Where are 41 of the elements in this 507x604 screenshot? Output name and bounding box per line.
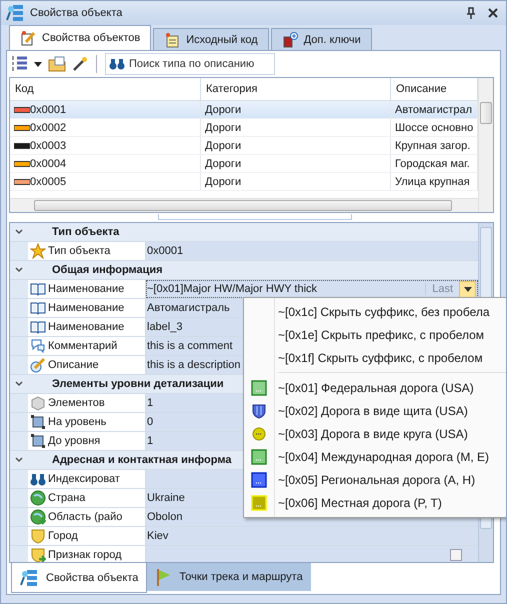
property-label: Наименование bbox=[48, 283, 124, 295]
table-cell: Дороги bbox=[201, 137, 391, 154]
property-value: 1 bbox=[147, 435, 154, 447]
property-value: 0 bbox=[147, 416, 154, 428]
category-title: Элементы уровни детализации bbox=[52, 378, 224, 390]
table-cell: Дороги bbox=[201, 119, 391, 136]
category-title: Тип объекта bbox=[52, 226, 120, 238]
category-title: Адресная и контактная информа bbox=[52, 454, 232, 466]
property-label: До уровня bbox=[48, 435, 100, 447]
property-value: 0x0001 bbox=[147, 245, 184, 257]
property-label: Элементов bbox=[48, 397, 105, 409]
table-cell: 0x0001 bbox=[30, 104, 66, 116]
property-label: На уровень bbox=[48, 416, 106, 428]
table-cell: 0x0002 bbox=[30, 122, 66, 134]
property-value: this is a description bbox=[147, 359, 241, 371]
table-cell: 0x0003 bbox=[30, 140, 66, 152]
property-value: label_3 bbox=[147, 321, 182, 333]
property-label: Наименование bbox=[48, 302, 124, 314]
property-value: 1 bbox=[147, 397, 154, 409]
property-label: Область (райо bbox=[48, 511, 122, 523]
property-label: Описание bbox=[48, 359, 99, 371]
table-cell: Дороги bbox=[201, 173, 391, 190]
property-label: Наименование bbox=[48, 321, 124, 333]
property-value: Автомагистраль bbox=[147, 302, 230, 314]
table-cell: 0x0005 bbox=[30, 176, 66, 188]
table-cell: 0x0004 bbox=[30, 158, 66, 170]
property-label: Признак город bbox=[48, 549, 122, 561]
property-value: this is a comment bbox=[147, 340, 233, 352]
category-title: Общая информация bbox=[52, 264, 163, 276]
property-label: Страна bbox=[48, 492, 86, 504]
property-label: Город bbox=[48, 530, 78, 542]
table-cell: Дороги bbox=[201, 101, 391, 118]
property-label: Тип объекта bbox=[48, 245, 110, 257]
table-cell: Дороги bbox=[201, 155, 391, 172]
property-value: Kiev bbox=[147, 530, 168, 542]
property-value: Ukraine bbox=[147, 492, 185, 504]
window-title: Свойства объекта bbox=[30, 7, 124, 19]
property-label: Индексироват bbox=[48, 473, 120, 485]
property-value: Obolon bbox=[147, 511, 182, 523]
property-value: ~[0x01]Major HW/Major HWY thick bbox=[147, 283, 318, 295]
property-label: Комментарий bbox=[48, 340, 118, 352]
